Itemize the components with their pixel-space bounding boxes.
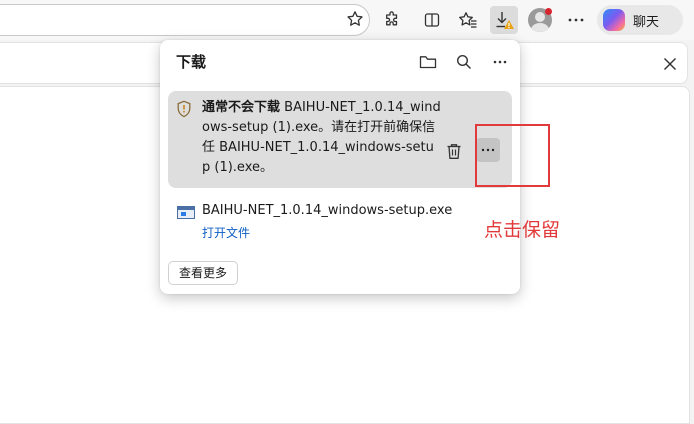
annotation-label: 点击保留 xyxy=(484,219,561,241)
copilot-icon xyxy=(603,9,625,31)
avatar-body xyxy=(531,23,549,32)
more-icon[interactable] xyxy=(488,50,512,74)
close-icon[interactable] xyxy=(658,52,682,76)
trash-icon[interactable] xyxy=(442,139,466,163)
search-icon[interactable] xyxy=(452,50,476,74)
see-more-button[interactable]: 查看更多 xyxy=(168,261,239,285)
favorites-icon[interactable] xyxy=(454,6,482,34)
annotation-highlight-box xyxy=(475,124,550,187)
chat-label: 聊天 xyxy=(633,14,660,30)
installer-file-icon xyxy=(177,206,195,219)
file-name: BAIHU-NET_1.0.14_windows-setup.exe xyxy=(202,203,453,218)
download-warning-item[interactable]: 通常不会下载 BAIHU-NET_1.0.14_windows-setup (1… xyxy=(168,91,512,188)
more-icon[interactable] xyxy=(562,6,590,34)
split-screen-icon[interactable] xyxy=(418,6,446,34)
extensions-icon[interactable] xyxy=(378,6,406,34)
star-icon[interactable] xyxy=(342,6,368,32)
address-bar[interactable] xyxy=(0,4,370,36)
downloads-title: 下载 xyxy=(176,53,207,71)
avatar-head xyxy=(535,12,545,22)
download-file-item[interactable]: BAIHU-NET_1.0.14_windows-setup.exe 打开文件 xyxy=(176,202,506,242)
open-file-link[interactable]: 打开文件 xyxy=(202,224,250,241)
warning-message: 通常不会下载 BAIHU-NET_1.0.14_windows-setup (1… xyxy=(202,98,442,178)
folder-icon[interactable] xyxy=(416,50,440,74)
browser-toolbar: 聊天 xyxy=(0,0,694,40)
downloads-icon[interactable] xyxy=(490,6,518,34)
notification-dot xyxy=(545,8,552,15)
warning-message-bold: 通常不会下载 xyxy=(202,100,281,115)
chat-button[interactable]: 聊天 xyxy=(597,5,683,35)
shield-warning-icon xyxy=(176,100,192,122)
downloads-panel: 下载 通常不会下载 BAIHU-NET_1.0.14_windows-setup… xyxy=(160,40,520,294)
